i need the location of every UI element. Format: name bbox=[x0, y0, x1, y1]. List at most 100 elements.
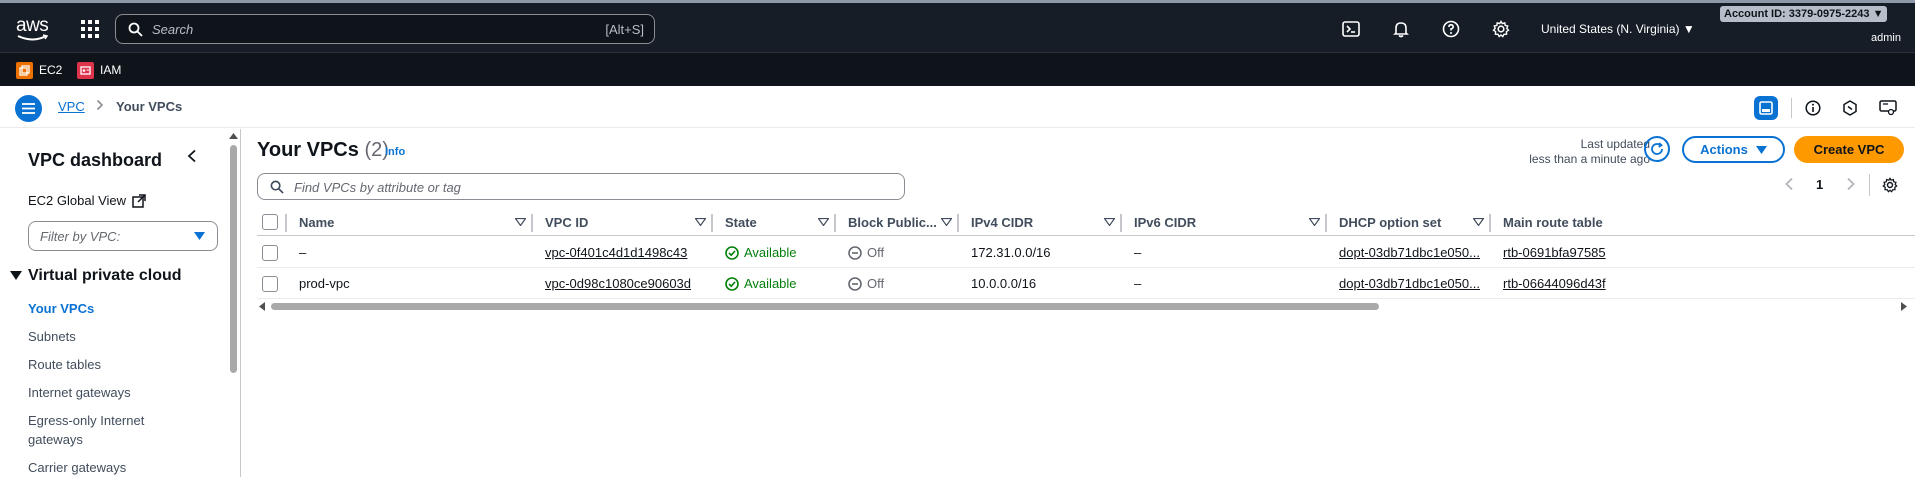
last-updated-value: less than a minute ago bbox=[1529, 152, 1650, 166]
column-header-vpc-id[interactable]: VPC ID bbox=[545, 215, 588, 230]
ec2-global-view-label: EC2 Global View bbox=[28, 193, 127, 208]
column-divider bbox=[957, 214, 959, 232]
table-horizontal-scrollbar[interactable] bbox=[257, 300, 1907, 312]
column-header-state[interactable]: State bbox=[725, 215, 757, 230]
collapse-nav-icon[interactable] bbox=[186, 149, 198, 168]
cell-ipv6-cidr: – bbox=[1134, 245, 1142, 260]
cell-state: Available bbox=[725, 276, 797, 291]
page-title: Your VPCs (2) bbox=[257, 139, 389, 162]
search-placeholder: Search bbox=[152, 22, 194, 37]
services-grid-icon[interactable] bbox=[81, 20, 99, 38]
page-number[interactable]: 1 bbox=[1816, 177, 1823, 192]
table-row[interactable]: prod-vpc vpc-0d98c1080ce90603d Available… bbox=[257, 268, 1915, 299]
sidebar-item-internet-gateways[interactable]: Internet gateways bbox=[28, 383, 178, 402]
aws-logo[interactable]: aws bbox=[16, 15, 52, 43]
ec2-service-icon bbox=[16, 61, 33, 79]
column-header-name[interactable]: Name bbox=[299, 215, 334, 230]
help-icon[interactable] bbox=[1442, 20, 1460, 38]
row-checkbox[interactable] bbox=[262, 276, 278, 292]
caret-down-icon bbox=[194, 232, 205, 240]
breadcrumb-vpc-link[interactable]: VPC bbox=[58, 99, 85, 114]
cell-ipv4-cidr: 172.31.0.0/16 bbox=[971, 245, 1051, 260]
search-icon bbox=[128, 22, 143, 37]
toolbar-divider bbox=[1791, 98, 1792, 118]
next-page-icon[interactable] bbox=[1846, 177, 1856, 191]
sidebar-item-route-tables[interactable]: Route tables bbox=[28, 355, 178, 374]
aws-smile-icon bbox=[17, 34, 49, 41]
column-header-main-route-table[interactable]: Main route table bbox=[1503, 215, 1603, 230]
settings-gear-icon[interactable] bbox=[1492, 20, 1510, 38]
favorite-iam[interactable]: IAM bbox=[77, 61, 121, 79]
table-settings-gear-icon[interactable] bbox=[1882, 177, 1898, 193]
sort-caret-icon[interactable] bbox=[941, 218, 952, 226]
refresh-button[interactable] bbox=[1644, 136, 1670, 162]
column-divider bbox=[285, 214, 287, 232]
cell-dhcp-option-set-link[interactable]: dopt-03db71dbc1e050... bbox=[1339, 276, 1480, 291]
section-label: Virtual private cloud bbox=[28, 267, 182, 284]
cell-dhcp-option-set-link[interactable]: dopt-03db71dbc1e050... bbox=[1339, 245, 1480, 260]
page-title-text: Your VPCs bbox=[257, 139, 359, 161]
global-search-input[interactable]: Search [Alt+S] bbox=[115, 14, 655, 44]
sidenav-scrollbar-thumb[interactable] bbox=[230, 145, 237, 373]
cell-ipv6-cidr: – bbox=[1134, 276, 1142, 291]
user-name[interactable]: admin bbox=[1871, 32, 1901, 44]
info-link[interactable]: Info bbox=[385, 146, 405, 158]
breadcrumb-chevron-icon bbox=[96, 99, 104, 114]
vpc-filter-input[interactable]: Find VPCs by attribute or tag bbox=[257, 173, 905, 200]
split-panel-icon[interactable] bbox=[1754, 96, 1778, 120]
cell-ipv4-cidr: 10.0.0.0/16 bbox=[971, 276, 1037, 291]
scroll-up-arrow-icon[interactable] bbox=[229, 133, 238, 139]
sort-caret-icon[interactable] bbox=[818, 218, 829, 226]
cell-name: – bbox=[299, 245, 307, 260]
cell-vpc-id-link[interactable]: vpc-0d98c1080ce90603d bbox=[545, 276, 691, 291]
filter-by-vpc-placeholder: Filter by VPC: bbox=[40, 229, 121, 244]
column-header-block-public-access[interactable]: Block Public... bbox=[848, 215, 937, 230]
cell-vpc-id-link[interactable]: vpc-0f401c4d1d1498c43 bbox=[545, 245, 687, 260]
region-selector[interactable]: United States (N. Virginia) ▼ bbox=[1541, 22, 1695, 36]
sidenav-title[interactable]: VPC dashboard bbox=[28, 150, 162, 171]
iam-service-icon bbox=[77, 61, 94, 79]
select-all-checkbox[interactable] bbox=[262, 214, 278, 230]
sidebar-item-egress-only-internet-gateways[interactable]: Egress-only Internet gateways bbox=[28, 411, 178, 449]
column-header-ipv4-cidr[interactable]: IPv4 CIDR bbox=[971, 215, 1033, 230]
sidenav-scrollbar[interactable] bbox=[228, 131, 238, 477]
tutorial-panel-icon[interactable] bbox=[1876, 96, 1900, 120]
main-content: Your VPCs (2) Info Last updated less tha… bbox=[242, 129, 1915, 477]
feedback-hexagon-icon[interactable] bbox=[1838, 96, 1862, 120]
hamburger-menu-icon[interactable] bbox=[15, 95, 42, 122]
filter-by-vpc-select[interactable]: Filter by VPC: bbox=[28, 221, 218, 251]
info-panel-icon[interactable] bbox=[1801, 96, 1825, 120]
pager-divider bbox=[1869, 174, 1870, 196]
ec2-global-view-link[interactable]: EC2 Global View bbox=[28, 193, 146, 208]
sidebar-item-subnets[interactable]: Subnets bbox=[28, 327, 178, 346]
scroll-left-arrow-icon[interactable] bbox=[259, 302, 265, 311]
notifications-bell-icon[interactable] bbox=[1392, 20, 1410, 38]
table-scrollbar-thumb[interactable] bbox=[271, 303, 1379, 310]
sidebar-item-your-vpcs[interactable]: Your VPCs bbox=[28, 299, 178, 318]
column-header-dhcp-option-set[interactable]: DHCP option set bbox=[1339, 215, 1441, 230]
account-id-menu[interactable]: Account ID: 3379-0975-2243 ▼ bbox=[1720, 6, 1888, 22]
check-circle-icon bbox=[725, 245, 739, 260]
sidebar-item-carrier-gateways[interactable]: Carrier gateways bbox=[28, 458, 178, 477]
sort-caret-icon[interactable] bbox=[1309, 218, 1320, 226]
create-vpc-button[interactable]: Create VPC bbox=[1794, 136, 1904, 163]
sort-caret-icon[interactable] bbox=[695, 218, 706, 226]
favorite-ec2[interactable]: EC2 bbox=[16, 61, 62, 79]
sort-caret-icon[interactable] bbox=[1473, 218, 1484, 226]
row-checkbox[interactable] bbox=[262, 245, 278, 261]
table-row[interactable]: – vpc-0f401c4d1d1498c43 Available Off 17… bbox=[257, 237, 1915, 268]
cell-main-route-table-link[interactable]: rtb-0691bfa97585 bbox=[1503, 245, 1606, 260]
actions-dropdown-button[interactable]: Actions bbox=[1682, 136, 1785, 163]
column-divider bbox=[711, 214, 713, 232]
sort-caret-icon[interactable] bbox=[515, 218, 526, 226]
section-virtual-private-cloud[interactable]: Virtual private cloud bbox=[10, 267, 182, 285]
previous-page-icon[interactable] bbox=[1784, 177, 1794, 191]
column-header-ipv6-cidr[interactable]: IPv6 CIDR bbox=[1134, 215, 1196, 230]
cloudshell-icon[interactable] bbox=[1342, 20, 1360, 38]
sort-caret-icon[interactable] bbox=[1104, 218, 1115, 226]
cell-main-route-table-link[interactable]: rtb-06644096d43f bbox=[1503, 276, 1606, 291]
last-updated: Last updated less than a minute ago bbox=[1502, 137, 1650, 167]
vpc-filter-placeholder: Find VPCs by attribute or tag bbox=[294, 180, 461, 195]
table-header: Name VPC ID State Block Public... IPv4 C… bbox=[257, 208, 1915, 236]
scroll-right-arrow-icon[interactable] bbox=[1901, 302, 1907, 311]
